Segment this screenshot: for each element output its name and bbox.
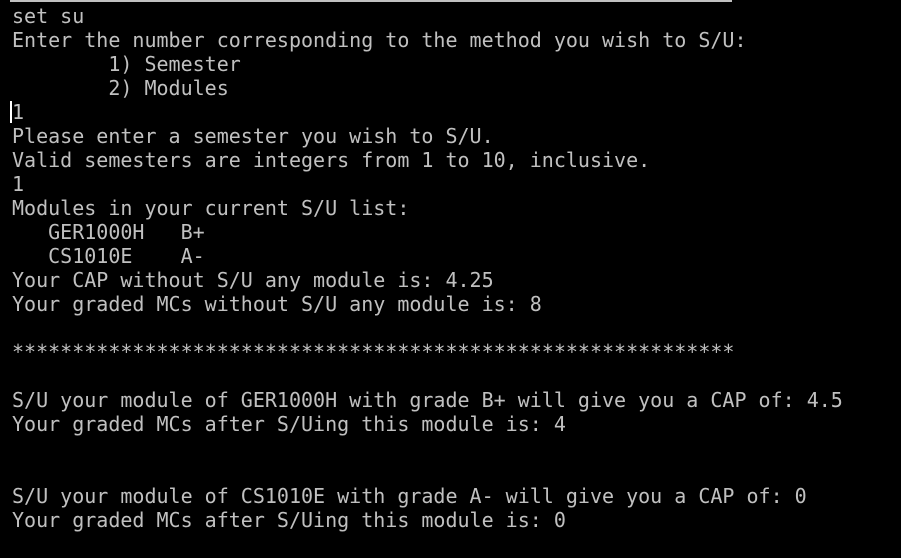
su-result-cap: S/U your module of CS1010E with grade A-… — [12, 484, 807, 508]
separator-line — [10, 0, 732, 2]
su-list-item: GER1000H B+ — [12, 220, 205, 244]
asterisk-divider: ****************************************… — [12, 340, 735, 364]
su-list-heading: Modules in your current S/U list: — [12, 196, 410, 220]
method-prompt: Enter the number corresponding to the me… — [12, 28, 747, 52]
mcs-without-su: Your graded MCs without S/U any module i… — [12, 292, 542, 316]
user-input-method: 1 — [12, 100, 25, 124]
semester-range-hint: Valid semesters are integers from 1 to 1… — [12, 148, 651, 172]
option-semester: 1) Semester — [12, 52, 241, 76]
cap-without-su: Your CAP without S/U any module is: 4.25 — [12, 268, 494, 292]
user-input-semester: 1 — [12, 172, 25, 196]
semester-prompt: Please enter a semester you wish to S/U. — [12, 124, 494, 148]
terminal-window[interactable]: set su Enter the number corresponding to… — [0, 0, 901, 558]
command-line: set su — [12, 4, 85, 28]
su-result-mcs: Your graded MCs after S/Uing this module… — [12, 508, 566, 532]
su-list-item: CS1010E A- — [12, 244, 205, 268]
su-result-mcs: Your graded MCs after S/Uing this module… — [12, 412, 566, 436]
su-result-cap: S/U your module of GER1000H with grade B… — [12, 388, 843, 412]
option-modules: 2) Modules — [12, 76, 229, 100]
